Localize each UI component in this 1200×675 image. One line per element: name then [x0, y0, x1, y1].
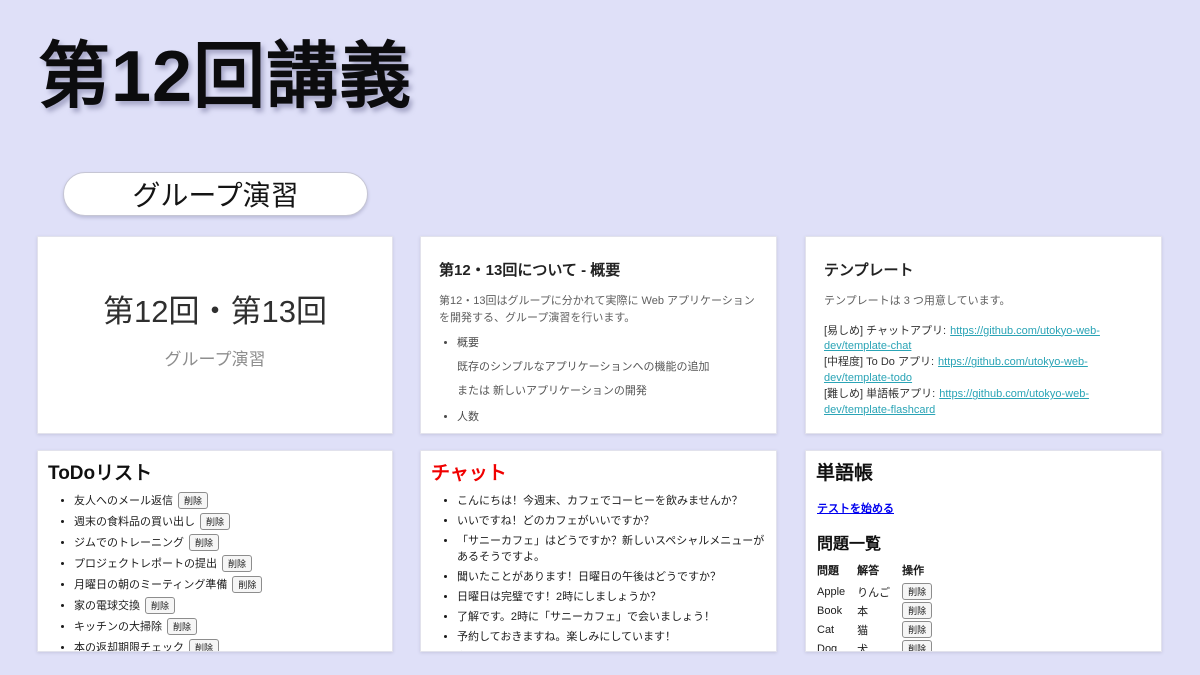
todo-list: 友人へのメール返信削除 週末の食料品の買い出し削除 ジムでのトレーニング削除 プ…: [48, 492, 382, 652]
flashcard-answer: りんご: [857, 582, 902, 601]
flashcard-question: Cat: [817, 620, 857, 639]
overview-item: 人数 2 人 ~ 4 人程度: [457, 408, 758, 434]
flashcard-row: Book 本 削除: [817, 601, 944, 620]
chat-message: こんにちは！今週末、カフェでコーヒーを飲みませんか？: [457, 492, 766, 508]
todo-item-label: 家の電球交換: [74, 600, 140, 612]
overview-subline: または 新しいアプリケーションの開発: [457, 382, 758, 398]
todo-item-label: ジムでのトレーニング: [74, 537, 184, 549]
todo-heading: ToDoリスト: [48, 458, 382, 485]
todo-delete-button[interactable]: 削除: [189, 639, 219, 652]
todo-item-label: 本の返却期限チェック: [74, 642, 184, 652]
template-link-line-chat: [易しめ] チャットアプリ:https://github.com/utokyo-…: [824, 324, 1143, 356]
chat-message: 了解です。2時に「サニーカフェ」で会いましょう！: [457, 608, 766, 624]
todo-delete-button[interactable]: 削除: [145, 597, 175, 614]
flashcard-answer: 犬: [857, 639, 902, 652]
flashcard-heading: 単語帳: [816, 458, 1151, 485]
overview-subline: 2 人 ~ 4 人程度: [457, 432, 758, 434]
template-link-label: [中程度] To Do アプリ:: [824, 356, 934, 368]
todo-item: 週末の食料品の買い出し削除: [74, 513, 382, 530]
flashcard-table: 問題 解答 操作 Apple りんご 削除 Book 本 削除 Cat 猫 削除: [817, 560, 944, 652]
todo-item: ジムでのトレーニング削除: [74, 534, 382, 551]
app-card-todo: ToDoリスト 友人へのメール返信削除 週末の食料品の買い出し削除 ジムでのトレ…: [37, 450, 393, 652]
overview-item-label: 人数: [457, 411, 479, 423]
chat-message-list: こんにちは！今週末、カフェでコーヒーを飲みませんか？ いいですね！どのカフェがい…: [431, 492, 766, 652]
todo-item-label: プロジェクトレポートの提出: [74, 558, 217, 570]
chat-message: 日曜日は完璧です！2時にしましょうか？: [457, 588, 766, 604]
column-header-actions: 操作: [902, 560, 944, 582]
template-link-line-todo: [中程度] To Do アプリ:https://github.com/utoky…: [824, 355, 1143, 387]
flashcard-delete-button[interactable]: 削除: [902, 621, 932, 638]
column-header-question: 問題: [817, 560, 857, 582]
todo-item: 月曜日の朝のミーティング準備削除: [74, 576, 382, 593]
flashcard-answer: 猫: [857, 620, 902, 639]
app-card-chat: チャット こんにちは！今週末、カフェでコーヒーを飲みませんか？ いいですね！どの…: [420, 450, 777, 652]
chat-message: いいですね！どのカフェがいいですか？: [457, 512, 766, 528]
templates-intro: テンプレートは 3 つ用意しています。: [824, 293, 1143, 310]
overview-subline: 既存のシンプルなアプリケーションへの機能の追加: [457, 358, 758, 374]
todo-delete-button[interactable]: 削除: [178, 492, 208, 509]
start-test-link[interactable]: テストを始める: [817, 500, 894, 516]
todo-item-label: 週末の食料品の買い出し: [74, 516, 195, 528]
chat-heading: チャット: [431, 458, 766, 485]
flashcard-row: Cat 猫 削除: [817, 620, 944, 639]
column-header-answer: 解答: [857, 560, 902, 582]
template-links: [易しめ] チャットアプリ:https://github.com/utokyo-…: [824, 324, 1143, 420]
chat-message: 聞いたことがあります！日曜日の午後はどうですか？: [457, 568, 766, 584]
flashcard-question: Book: [817, 601, 857, 620]
slide-subtitle: グループ演習: [165, 345, 266, 370]
todo-delete-button[interactable]: 削除: [232, 576, 262, 593]
template-link-label: [難しめ] 単語帳アプリ:: [824, 388, 935, 400]
overview-intro: 第12・13回はグループに分かれて実際に Web アプリケーションを開発する、グ…: [439, 293, 758, 326]
todo-item: 友人へのメール返信削除: [74, 492, 382, 509]
flashcard-delete-button[interactable]: 削除: [902, 583, 932, 600]
todo-item: キッチンの大掃除削除: [74, 618, 382, 635]
overview-item: 概要 既存のシンプルなアプリケーションへの機能の追加 または 新しいアプリケーシ…: [457, 334, 758, 398]
slide-card-overview: 第12・13回について - 概要 第12・13回はグループに分かれて実際に We…: [420, 236, 777, 434]
slide-title: 第12回・第13回: [103, 286, 327, 331]
overview-heading: 第12・13回について - 概要: [439, 259, 758, 280]
flashcard-delete-button[interactable]: 削除: [902, 602, 932, 619]
flashcard-answer: 本: [857, 601, 902, 620]
template-link-line-flashcard: [難しめ] 単語帳アプリ:https://github.com/utokyo-w…: [824, 387, 1143, 419]
template-link-label: [易しめ] チャットアプリ:: [824, 325, 946, 337]
todo-delete-button[interactable]: 削除: [200, 513, 230, 530]
todo-item: 本の返却期限チェック削除: [74, 639, 382, 652]
todo-item-label: キッチンの大掃除: [74, 621, 162, 633]
question-list-heading: 問題一覧: [817, 530, 1151, 554]
todo-delete-button[interactable]: 削除: [167, 618, 197, 635]
templates-heading: テンプレート: [824, 259, 1143, 280]
todo-item-label: 月曜日の朝のミーティング準備: [74, 579, 227, 591]
todo-item: 家の電球交換削除: [74, 597, 382, 614]
chat-message: 予約しておきますね。楽しみにしています！: [457, 628, 766, 644]
flashcard-question: Apple: [817, 582, 857, 601]
section-badge-label: グループ演習: [132, 174, 298, 214]
chat-message: 「サニーカフェ」はどうですか？新しいスペシャルメニューがあるそうですよ。: [457, 532, 766, 564]
app-card-flashcard: 単語帳 テストを始める 問題一覧 問題 解答 操作 Apple りんご 削除 B…: [805, 450, 1162, 652]
todo-delete-button[interactable]: 削除: [189, 534, 219, 551]
slide-card-templates: テンプレート テンプレートは 3 つ用意しています。 [易しめ] チャットアプリ…: [805, 236, 1162, 434]
todo-item: プロジェクトレポートの提出削除: [74, 555, 382, 572]
section-badge: グループ演習: [63, 172, 368, 216]
flashcard-row: Dog 犬 削除: [817, 639, 944, 652]
flashcard-row: Apple りんご 削除: [817, 582, 944, 601]
todo-item-label: 友人へのメール返信: [74, 495, 173, 507]
chat-message: 私もです！それでは日曜日に！: [457, 648, 766, 652]
overview-list: 概要 既存のシンプルなアプリケーションへの機能の追加 または 新しいアプリケーシ…: [439, 334, 758, 434]
flashcard-header-row: 問題 解答 操作: [817, 560, 944, 582]
flashcard-question: Dog: [817, 639, 857, 652]
slide-card-title: 第12回・第13回 グループ演習: [37, 236, 393, 434]
flashcard-delete-button[interactable]: 削除: [902, 640, 932, 652]
overview-item-label: 概要: [457, 337, 479, 349]
page-title: 第12回講義: [38, 38, 412, 117]
todo-delete-button[interactable]: 削除: [222, 555, 252, 572]
